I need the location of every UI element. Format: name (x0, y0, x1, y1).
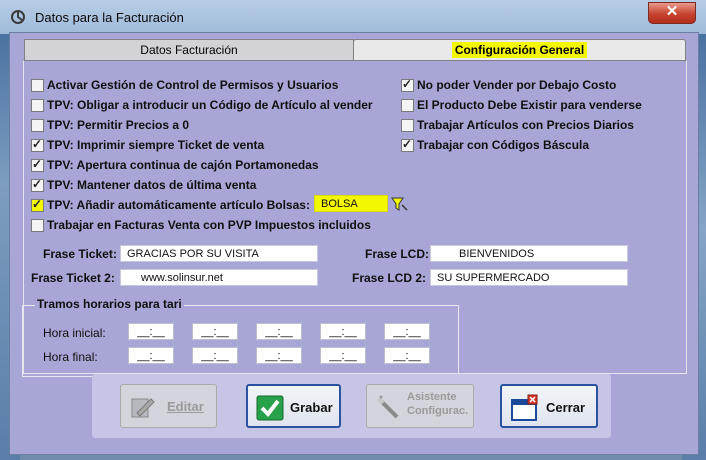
hora-final-slot-3[interactable]: __:__ (256, 347, 302, 364)
cerrar-label: Cerrar (546, 400, 586, 415)
filter-search-icon[interactable] (391, 196, 408, 212)
cerrar-button[interactable]: Cerrar (500, 384, 598, 428)
window-title: Datos para la Facturación (35, 10, 184, 25)
hora-final-slot-4[interactable]: __:__ (320, 347, 366, 364)
tramos-horarios-group (22, 305, 459, 377)
close-window-icon (511, 394, 538, 421)
hora-final-label: Hora final: (43, 350, 98, 364)
frase-lcd-field[interactable]: BIENVENIDOS (430, 245, 628, 262)
checkbox-box[interactable] (31, 177, 44, 192)
dialog-window: Datos para la Facturación ✕ Datos Factur… (0, 0, 706, 460)
hora-inicial-slot-3[interactable]: __:__ (256, 323, 302, 340)
checkbox-box[interactable] (401, 119, 414, 132)
hora-inicial-slot-1[interactable]: __:__ (128, 323, 174, 340)
checkbox-box[interactable] (31, 197, 44, 212)
checkbox-box[interactable] (401, 137, 414, 152)
hora-final-slot-2[interactable]: __:__ (192, 347, 238, 364)
grabar-label: Grabar (290, 400, 333, 415)
checkbox-box[interactable] (31, 119, 44, 132)
wand-icon (377, 395, 399, 419)
hora-final-slot-1[interactable]: __:__ (128, 347, 174, 364)
checkbox-box[interactable] (401, 99, 414, 112)
asistente-configuracion-button[interactable]: Asistente Configurac. (366, 384, 474, 428)
frase-ticket2-label: Frase Ticket 2: (31, 271, 115, 285)
edit-icon (131, 398, 155, 418)
checkbox-box[interactable] (31, 157, 44, 172)
frase-lcd2-label: Frase LCD 2: (352, 271, 427, 285)
editar-button[interactable]: Editar (120, 384, 217, 428)
bolsa-article-field[interactable]: BOLSA (314, 195, 388, 212)
frase-ticket2-field[interactable]: www.solinsur.net (120, 269, 318, 286)
hora-inicial-slot-5[interactable]: __:__ (384, 323, 430, 340)
hora-inicial-slot-2[interactable]: __:__ (192, 323, 238, 340)
frase-lcd-label: Frase LCD: (365, 247, 430, 261)
grabar-button[interactable]: Grabar (246, 384, 341, 428)
checkbox-box[interactable] (401, 77, 414, 92)
hora-final-slot-5[interactable]: __:__ (384, 347, 430, 364)
close-icon: ✕ (665, 3, 679, 20)
editar-label: Editar (167, 399, 204, 414)
checkbox-box[interactable] (31, 137, 44, 152)
hora-inicial-label: Hora inicial: (43, 326, 106, 340)
tab-configuracion-general[interactable]: Configuración General (353, 39, 686, 60)
close-window-button[interactable]: ✕ (648, 2, 696, 24)
checkmark-icon (256, 395, 284, 421)
tab-datos-facturacion[interactable]: Datos Facturación (24, 39, 354, 60)
checkbox-box[interactable] (31, 99, 44, 112)
app-icon (11, 10, 25, 24)
checkbox-box[interactable] (31, 79, 44, 92)
tramos-horarios-title: Tramos horarios para tari (35, 297, 184, 311)
title-bar: Datos para la Facturación ✕ (0, 0, 706, 34)
tab-configuracion-general-label: Configuración General (451, 42, 588, 58)
hora-inicial-slot-4[interactable]: __:__ (320, 323, 366, 340)
asistente-label-2: Configurac. (407, 405, 469, 417)
frase-ticket-field[interactable]: GRACIAS POR SU VISITA (120, 245, 318, 262)
frase-ticket-label: Frase Ticket: (43, 247, 117, 261)
asistente-label-1: Asistente (407, 391, 457, 403)
frase-lcd2-field[interactable]: SU SUPERMERCADO (430, 269, 628, 286)
checkbox-box[interactable] (31, 219, 44, 232)
